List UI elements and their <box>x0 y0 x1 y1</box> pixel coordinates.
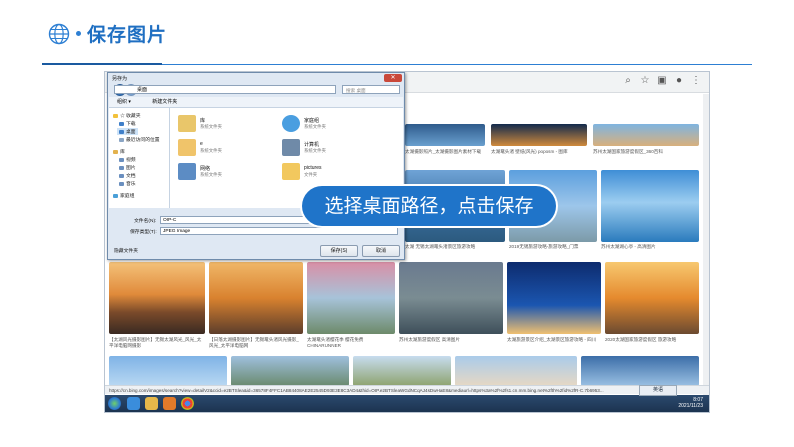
picture-icon <box>119 165 124 170</box>
result-thumbnail[interactable] <box>605 262 699 334</box>
result-caption[interactable]: 【日落太湖摄影图片】无锡鼋头渚风光摄影_风光_太平洋电脑网 <box>209 337 303 349</box>
result-caption[interactable]: 苏州太湖湖心亭 - 高清图片 <box>601 244 699 256</box>
result-thumbnail[interactable] <box>601 170 699 242</box>
explorer-icon[interactable] <box>145 397 158 410</box>
taskbar-clock: 8:07 2021/11/23 <box>678 397 703 409</box>
nav-item-desktop[interactable]: 桌面 <box>117 128 138 135</box>
instruction-callout: 选择桌面路径，点击保存 <box>302 186 556 226</box>
homegroup-icon <box>113 193 118 198</box>
result-caption[interactable]: 【太湖风光摄影图片】无锡太湖风光_风光_太平洋电脑网摄影 <box>109 337 205 349</box>
start-icon[interactable] <box>108 397 121 410</box>
chrome-icon[interactable] <box>181 397 194 410</box>
star-icon <box>113 113 118 118</box>
save-button[interactable]: 保存(S) <box>320 245 358 257</box>
file-item-homegroup[interactable]: 家庭组 系统文件夹 <box>282 114 382 134</box>
slide-title: 保存图片 <box>87 24 168 46</box>
slide-header: 保存图片 <box>48 20 167 47</box>
recent-icon <box>119 137 124 142</box>
result-thumbnail[interactable] <box>109 356 227 386</box>
library-icon <box>113 149 118 154</box>
ie-icon[interactable] <box>127 397 140 410</box>
download-folder-icon <box>119 121 124 126</box>
result-thumbnail[interactable] <box>581 356 699 386</box>
dialog-title: 另存为 <box>112 76 128 82</box>
result-thumbnail[interactable] <box>307 262 395 334</box>
hide-folders-toggle[interactable]: 隐藏文件夹 <box>114 247 138 254</box>
folder-icon <box>282 163 300 180</box>
result-thumbnail[interactable] <box>353 356 451 386</box>
result-caption[interactable]: 太湖鼋头渚 壁纸(风光) poposm - 图库 <box>491 149 587 161</box>
result-caption[interactable]: 2019无锡旅游攻略-旅游攻略_门票 <box>509 244 597 256</box>
browser-scrollbar[interactable] <box>703 94 709 396</box>
filetype-select[interactable]: JPEG Image <box>160 227 398 235</box>
video-icon <box>119 157 124 162</box>
homegroup-icon <box>282 115 300 132</box>
ime-indicator[interactable]: 英语 <box>639 385 677 396</box>
organize-button[interactable]: 组织 ▾ <box>117 99 131 105</box>
cancel-button[interactable]: 取消 <box>362 245 400 257</box>
bookmarks-icon[interactable]: ▣ <box>657 75 667 86</box>
star-icon[interactable]: ☆ <box>640 75 650 86</box>
bullet-dot <box>76 31 81 36</box>
result-thumbnail[interactable] <box>507 262 601 334</box>
result-caption[interactable]: 太湖 无锡太湖鼋头渚景区旅游攻略 <box>405 244 505 256</box>
result-caption[interactable]: 太湖摄影照片_太湖摄影图片素材下载 <box>405 149 485 161</box>
desktop-icon <box>119 129 124 134</box>
nav-item-music[interactable]: 音乐 <box>119 180 136 187</box>
embedded-screenshot: ⌕ ☆ ▣ ● ⋮ 太湖摄影照片_太湖摄影图片素材下载 太湖鼋头渚 壁纸(风光)… <box>104 71 710 413</box>
profile-icon[interactable]: ● <box>674 75 684 86</box>
header-divider-accent <box>42 63 162 65</box>
result-thumbnail[interactable] <box>231 356 349 386</box>
file-item-pictures[interactable]: pictures 文件夹 <box>282 162 382 182</box>
nav-item-downloads[interactable]: 下载 <box>119 120 136 127</box>
status-url: https://cn.bing.com/images/search?view=d… <box>105 385 709 394</box>
result-thumbnail[interactable] <box>593 124 699 146</box>
close-icon[interactable]: ✕ <box>384 74 402 82</box>
menu-icon[interactable]: ⋮ <box>691 75 701 86</box>
result-thumbnail[interactable] <box>405 124 485 146</box>
nav-item-videos[interactable]: 视频 <box>119 156 136 163</box>
file-item-libraries[interactable]: 库 系统文件夹 <box>178 114 278 134</box>
result-caption[interactable]: 太湖鼋头渚樱花季 樱花免费 CHINARUNNER <box>307 337 395 349</box>
dialog-toolbar: 组织 ▾ 新建文件夹 <box>109 97 403 108</box>
result-thumbnail[interactable] <box>491 124 587 146</box>
result-caption[interactable]: 2020太湖国家旅游度假区 旅游攻略 <box>605 337 699 349</box>
result-thumbnail[interactable] <box>109 262 205 334</box>
result-caption[interactable]: 苏州太湖旅游度假区 高清图片 <box>399 337 503 349</box>
result-thumbnail[interactable] <box>209 262 303 334</box>
file-item-computer[interactable]: 计算机 系统文件夹 <box>282 138 382 158</box>
file-item-user[interactable]: e 系统文件夹 <box>178 138 278 158</box>
navigation-pane: ☆ 收藏夹 下载 桌面 最近访问的位置 库 视频 图片 文档 音乐 家庭组 <box>109 108 170 208</box>
address-bar[interactable]: 桌面 <box>114 85 336 94</box>
result-caption[interactable]: 太湖旅游景区介绍_太湖景区旅游攻略 - 四川 <box>507 337 601 349</box>
file-item-network[interactable]: 网络 系统文件夹 <box>178 162 278 182</box>
nav-item-pictures[interactable]: 图片 <box>119 164 136 171</box>
computer-icon <box>282 139 300 156</box>
nav-item-documents[interactable]: 文档 <box>119 172 136 179</box>
windows-taskbar: 英语 8:07 2021/11/23 <box>105 385 709 412</box>
save-as-dialog: 另存为 ✕ 桌面 搜索 桌面 组织 ▾ 新建文件夹 ☆ 收藏夹 下载 桌面 最近… <box>107 72 405 260</box>
filename-label: 文件名(N): <box>134 219 157 224</box>
network-icon <box>178 163 196 180</box>
document-icon <box>119 173 124 178</box>
result-thumbnail[interactable] <box>455 356 577 386</box>
music-icon <box>119 181 124 186</box>
nav-item-recent[interactable]: 最近访问的位置 <box>119 136 160 143</box>
search-input[interactable]: 搜索 桌面 <box>342 85 400 94</box>
result-thumbnail[interactable] <box>399 262 503 334</box>
globe-icon <box>48 23 70 44</box>
nav-item-libraries[interactable]: 库 <box>113 148 125 155</box>
nav-item-homegroup[interactable]: 家庭组 <box>113 192 134 199</box>
nav-item-favorites[interactable]: ☆ 收藏夹 <box>113 112 141 119</box>
user-folder-icon <box>178 139 196 156</box>
result-caption[interactable]: 苏州太湖国家旅游度假区_360百科 <box>593 149 699 161</box>
library-icon <box>178 115 196 132</box>
refresh-icon[interactable]: ⌕ <box>623 75 633 86</box>
new-folder-button[interactable]: 新建文件夹 <box>152 99 177 105</box>
media-player-icon[interactable] <box>163 397 176 410</box>
filetype-label: 保存类型(T): <box>130 230 157 235</box>
